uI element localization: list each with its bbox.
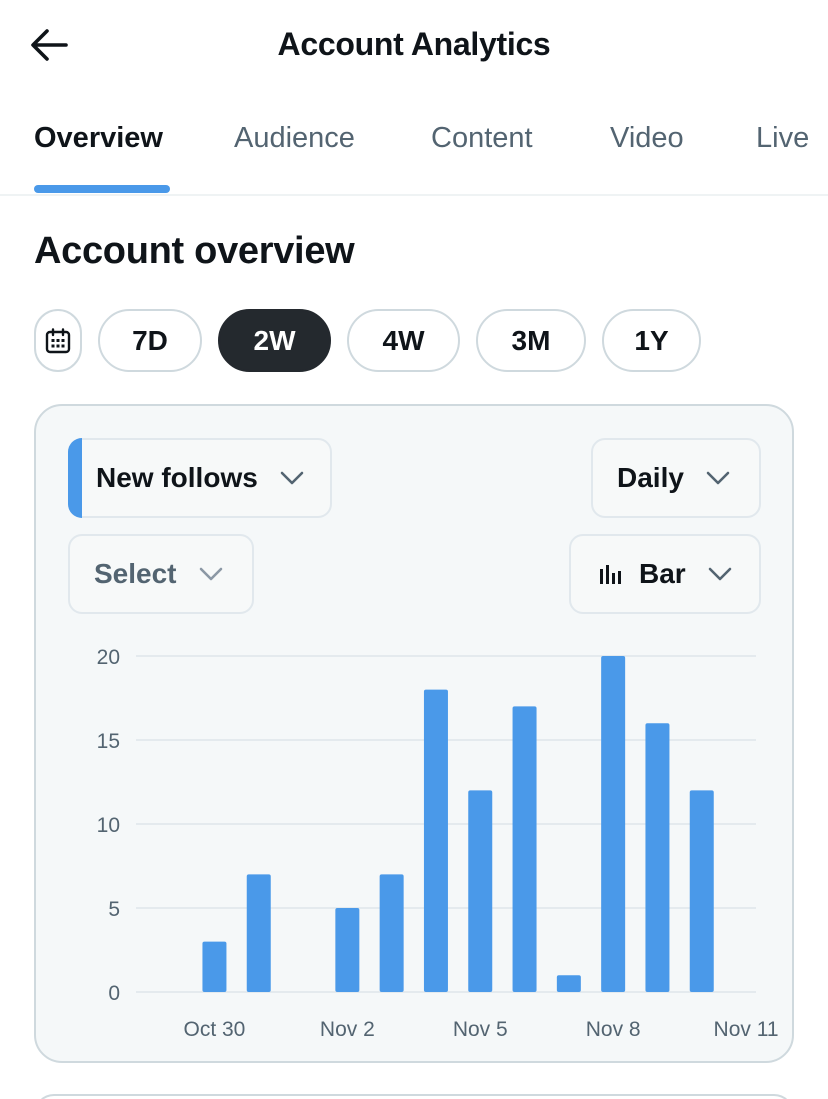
bar[interactable] xyxy=(689,790,714,992)
bar-chart-icon xyxy=(600,565,621,584)
bar[interactable] xyxy=(423,689,448,992)
chevron-down-icon xyxy=(280,471,304,485)
active-tab-indicator xyxy=(34,185,170,193)
metric-dropdown[interactable]: New follows xyxy=(68,438,332,518)
range-4w-button[interactable]: 4W xyxy=(347,309,460,372)
chevron-down-icon xyxy=(706,471,730,485)
bar[interactable] xyxy=(202,941,227,992)
x-tick-label: Oct 30 xyxy=(184,1018,246,1041)
range-2w-button[interactable]: 2W xyxy=(218,309,331,372)
range-7d-button[interactable]: 7D xyxy=(98,309,202,372)
tab-live[interactable]: Live xyxy=(756,122,809,155)
chart-card: New follows Daily Select Bar 0 5 10 15 2… xyxy=(34,404,794,1063)
bar[interactable] xyxy=(556,975,581,992)
chart-type-dropdown-label: Bar xyxy=(639,558,686,589)
chart-type-dropdown[interactable]: Bar xyxy=(569,534,761,614)
range-1y-button[interactable]: 1Y xyxy=(602,309,701,372)
y-tick-label: 5 xyxy=(108,898,120,921)
x-tick-label: Nov 8 xyxy=(586,1018,641,1041)
x-tick-label: Nov 11 xyxy=(714,1018,779,1041)
calendar-button[interactable] xyxy=(34,309,82,372)
bar[interactable] xyxy=(601,656,626,992)
compare-dropdown-label: Select xyxy=(94,558,177,589)
new-follows-bar-chart: 0 5 10 15 20 Oct 30 Nov 2 Nov 5 Nov 8 Nov 11 xyxy=(97,646,779,1041)
analytics-screen: Account Analytics Overview Audience Cont… xyxy=(0,0,828,1099)
tab-video[interactable]: Video xyxy=(610,122,684,155)
y-tick-label: 0 xyxy=(108,982,120,1005)
bar[interactable] xyxy=(468,790,493,992)
interval-dropdown-label: Daily xyxy=(617,462,684,493)
x-tick-label: Nov 5 xyxy=(453,1018,508,1041)
calendar-icon xyxy=(45,327,71,353)
tab-content[interactable]: Content xyxy=(431,122,533,155)
next-card xyxy=(34,1094,794,1099)
bar[interactable] xyxy=(512,706,537,992)
compare-dropdown[interactable]: Select xyxy=(68,534,254,614)
x-tick-label: Nov 2 xyxy=(320,1018,375,1041)
chevron-down-icon xyxy=(199,567,222,581)
y-tick-label: 15 xyxy=(97,730,120,753)
metric-color-indicator xyxy=(68,438,82,518)
y-tick-label: 10 xyxy=(97,814,120,837)
tab-audience[interactable]: Audience xyxy=(234,122,355,155)
chevron-down-icon xyxy=(708,567,732,581)
interval-dropdown[interactable]: Daily xyxy=(591,438,761,518)
header: Account Analytics xyxy=(0,0,828,90)
metric-dropdown-label: New follows xyxy=(96,462,258,493)
page-title: Account Analytics xyxy=(277,26,551,62)
tab-overview[interactable]: Overview xyxy=(34,122,163,155)
y-tick-label: 20 xyxy=(97,646,120,669)
tab-bar: Overview Audience Content Video Live xyxy=(0,112,828,196)
bar[interactable] xyxy=(246,874,271,992)
bar[interactable] xyxy=(379,874,404,992)
bar[interactable] xyxy=(645,723,670,992)
bar[interactable] xyxy=(335,908,360,992)
range-3m-button[interactable]: 3M xyxy=(476,309,586,372)
section-title: Account overview xyxy=(34,230,355,272)
